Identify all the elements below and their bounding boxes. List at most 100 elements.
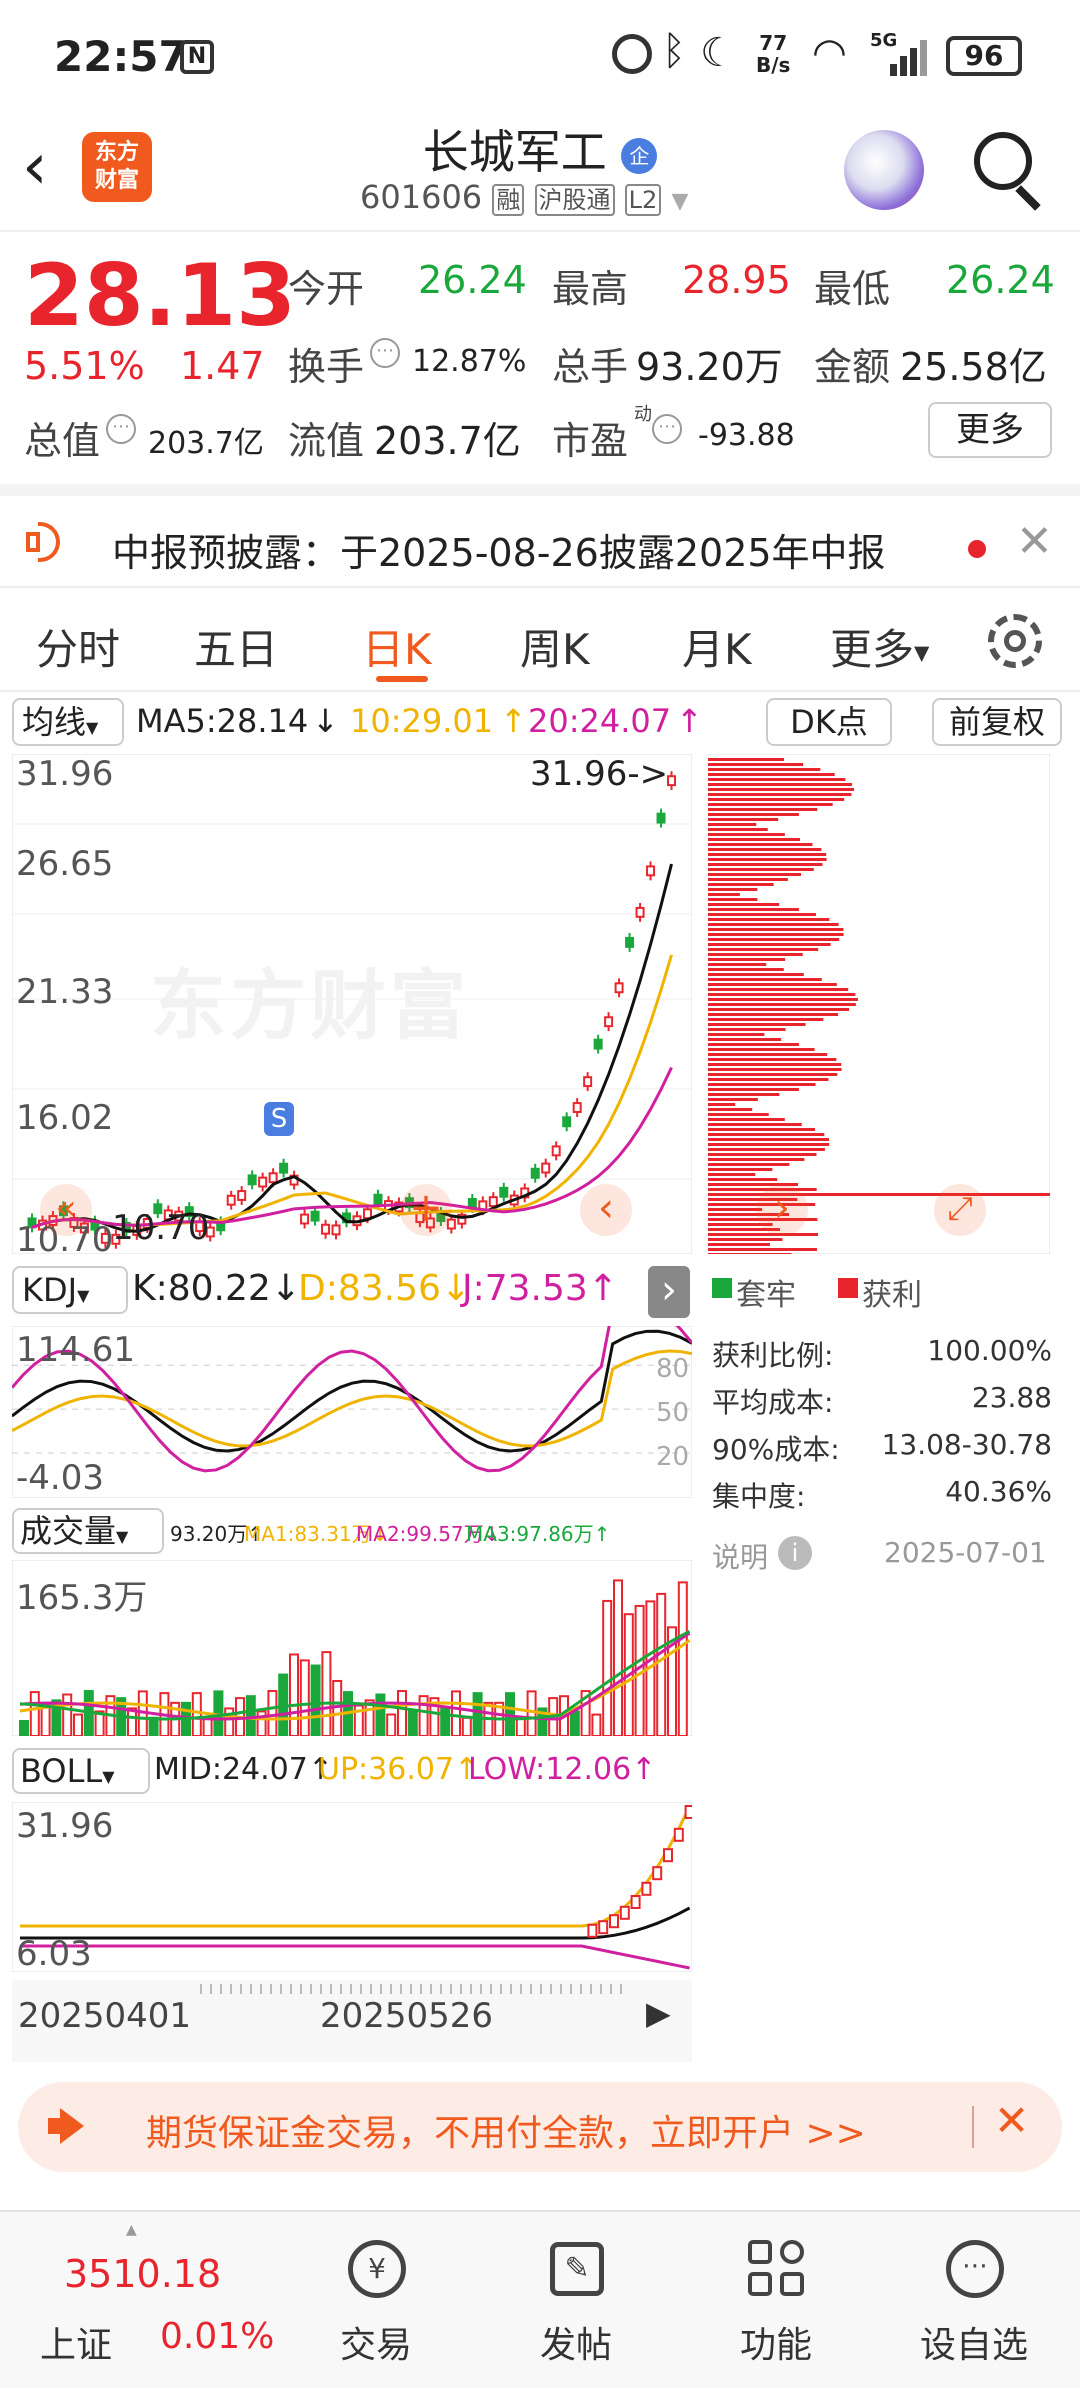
- tab-weekly-k[interactable]: 周K: [520, 616, 590, 677]
- chip-bar: [708, 858, 827, 861]
- nav-trade[interactable]: ¥ 交易: [268, 2212, 484, 2390]
- expand-icon[interactable]: ⤢: [934, 1184, 986, 1236]
- tab-five-day[interactable]: 五日: [194, 616, 278, 677]
- more-button[interactable]: 更多: [928, 402, 1052, 458]
- chip-bar: [708, 1153, 817, 1156]
- nav-function[interactable]: 功能: [668, 2212, 884, 2390]
- kdj-select[interactable]: KDJ▼: [12, 1266, 128, 1314]
- chevron-down-icon[interactable]: ▼: [671, 189, 688, 214]
- chip-distribution[interactable]: [708, 754, 1050, 1254]
- chip-note-label[interactable]: 说明: [712, 1536, 768, 1576]
- zoom-in-icon[interactable]: +: [400, 1184, 452, 1236]
- more-info-icon[interactable]: ⋯: [370, 338, 400, 368]
- adjust-button[interactable]: 前复权: [932, 698, 1062, 746]
- change-percent: 5.51%: [24, 344, 145, 388]
- nav-trade-label: 交易: [339, 2325, 412, 2366]
- chip-bar: [708, 1168, 773, 1171]
- chip-bar: [708, 963, 767, 966]
- alarm-icon: [612, 34, 652, 74]
- volume-bar: [461, 1716, 472, 1736]
- boll-low-line: [20, 1944, 690, 1970]
- sell-marker[interactable]: S: [264, 1102, 294, 1136]
- next-icon[interactable]: ›: [756, 1184, 808, 1236]
- chip-bar: [708, 763, 804, 766]
- low-value: 26.24: [946, 258, 1055, 302]
- candle: [572, 1102, 582, 1113]
- assistant-avatar[interactable]: [844, 130, 924, 210]
- close-icon[interactable]: ✕: [994, 2096, 1029, 2145]
- ma-select[interactable]: 均线▼: [12, 698, 124, 746]
- candle: [583, 1076, 593, 1088]
- volume-bar: [602, 1599, 613, 1736]
- chip-bar: [708, 1133, 825, 1136]
- chip-bar: [708, 1163, 790, 1166]
- chip-bar: [708, 1043, 799, 1046]
- candle: [268, 1172, 278, 1184]
- candle: [321, 1223, 331, 1235]
- stock-code: 601606: [360, 178, 483, 216]
- dk-point-button[interactable]: DK点: [766, 698, 892, 746]
- chip-bar: [708, 983, 837, 986]
- close-icon[interactable]: ✕: [1016, 516, 1053, 567]
- promo-banner[interactable]: 期货保证金交易，不用付全款，立即开户 >> ✕: [18, 2082, 1062, 2172]
- active-tab-indicator: [376, 676, 428, 682]
- x-axis-start: 20250401: [18, 1996, 192, 2036]
- volume-bar: [397, 1690, 407, 1736]
- chip-stat-row: 平均成本: 23.88: [712, 1381, 1052, 1419]
- chip-bar: [708, 1208, 763, 1211]
- volume-select[interactable]: 成交量▼: [12, 1508, 164, 1554]
- status-bar: 22:57 N ᛒ ☾ 77 B/s ◠ 5G 96: [0, 0, 1080, 110]
- chip-bar: [708, 1018, 824, 1021]
- nav-watchlist[interactable]: ⋯ 设自选: [868, 2212, 1080, 2390]
- notice-bar[interactable]: 中报预披露：于2025-08-26披露2025年中报 ✕: [0, 484, 1080, 588]
- stock-header: ‹ 东方 财富 长城军工 企 601606 融 沪股通 L2 ▼: [0, 110, 1080, 232]
- search-icon[interactable]: [974, 132, 1032, 190]
- candle: [310, 1210, 320, 1222]
- candle: [499, 1186, 509, 1198]
- chip-bar: [708, 958, 786, 961]
- chip-bar: [708, 1088, 799, 1091]
- chip-date: 2025-07-01: [884, 1536, 1047, 1569]
- boll-select[interactable]: BOLL▼: [12, 1748, 150, 1794]
- chip-bar: [708, 1058, 837, 1061]
- nfc-icon: N: [180, 40, 214, 74]
- profit-legend: 获利: [862, 1278, 922, 1313]
- more-info-icon[interactable]: ⋯: [652, 414, 682, 444]
- volume-bar: [299, 1659, 310, 1736]
- promo-divider: [972, 2106, 974, 2148]
- chip-bar: [708, 818, 779, 821]
- amount-label: 金额: [814, 345, 891, 389]
- tab-intraday[interactable]: 分时: [36, 616, 120, 677]
- nav-post[interactable]: ✎ 发帖: [468, 2212, 684, 2390]
- index-quote[interactable]: ▲ 3510.18 上证 0.01%: [0, 2212, 274, 2390]
- kdj-level: 80: [656, 1354, 690, 1384]
- chip-bar: [708, 988, 849, 991]
- tab-daily-k[interactable]: 日K: [362, 616, 432, 677]
- high-label: 最高: [552, 267, 629, 311]
- chip-bar: [708, 978, 822, 981]
- prev-icon[interactable]: ‹: [580, 1184, 632, 1236]
- volume-bar: [375, 1693, 386, 1736]
- tab-more[interactable]: 更多▼: [830, 616, 929, 677]
- ma5-arrow: ↓: [312, 702, 339, 740]
- volume-bar: [289, 1653, 299, 1736]
- volume-bar: [515, 1716, 526, 1736]
- scroll-left-icon[interactable]: «: [40, 1184, 92, 1236]
- candle: [247, 1174, 257, 1186]
- candle: [656, 812, 666, 824]
- candle: [541, 1162, 551, 1174]
- chip-bar: [708, 923, 839, 926]
- chip-bar: [708, 853, 827, 856]
- y-tick: 26.65: [16, 844, 114, 884]
- chip-stat-row: 90%成本: 13.08-30.78: [712, 1428, 1052, 1466]
- tab-monthly-k[interactable]: 月K: [682, 616, 752, 677]
- more-info-icon[interactable]: ⋯: [106, 414, 136, 444]
- expand-panel-icon[interactable]: ›: [648, 1266, 690, 1318]
- boll-candle: [609, 1914, 619, 1929]
- play-icon[interactable]: ▶: [646, 1994, 671, 2032]
- chip-bar: [708, 863, 823, 866]
- chip-bar: [708, 998, 858, 1001]
- info-icon[interactable]: i: [778, 1536, 812, 1570]
- volume-bar: [310, 1664, 321, 1736]
- boll-chart[interactable]: [12, 1802, 692, 1972]
